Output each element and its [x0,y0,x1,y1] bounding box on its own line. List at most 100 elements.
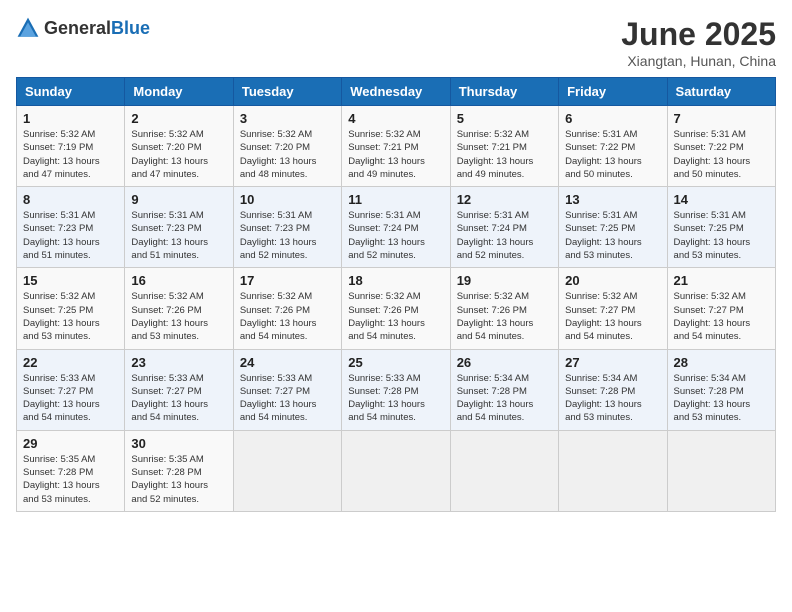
day-info: Sunrise: 5:32 AMSunset: 7:20 PMDaylight:… [131,128,226,181]
day-number: 18 [348,273,443,288]
calendar-header-sunday: Sunday [17,78,125,106]
day-number: 6 [565,111,660,126]
logo-icon [16,16,40,40]
calendar-cell: 5 Sunrise: 5:32 AMSunset: 7:21 PMDaylight… [450,106,558,187]
day-info: Sunrise: 5:35 AMSunset: 7:28 PMDaylight:… [131,453,226,506]
day-number: 9 [131,192,226,207]
day-info: Sunrise: 5:31 AMSunset: 7:24 PMDaylight:… [348,209,443,262]
day-info: Sunrise: 5:31 AMSunset: 7:23 PMDaylight:… [240,209,335,262]
day-info: Sunrise: 5:32 AMSunset: 7:25 PMDaylight:… [23,290,118,343]
calendar-cell: 29Sunrise: 5:35 AMSunset: 7:28 PMDayligh… [17,430,125,511]
calendar-cell: 11 Sunrise: 5:31 AMSunset: 7:24 PMDayligh… [342,187,450,268]
day-info: Sunrise: 5:34 AMSunset: 7:28 PMDaylight:… [565,372,660,425]
calendar-cell: 30 Sunrise: 5:35 AMSunset: 7:28 PMDayligh… [125,430,233,511]
calendar-cell: 8Sunrise: 5:31 AMSunset: 7:23 PMDaylight… [17,187,125,268]
calendar-cell: 26 Sunrise: 5:34 AMSunset: 7:28 PMDayligh… [450,349,558,430]
day-number: 11 [348,192,443,207]
calendar-week-row: 8 Sunrise: 5:31 AMSunset: 7:23 PMDaylight… [17,187,776,268]
calendar-header-thursday: Thursday [450,78,558,106]
calendar-cell: 27 Sunrise: 5:34 AMSunset: 7:28 PMDayligh… [559,349,667,430]
calendar-cell: 17 Sunrise: 5:32 AMSunset: 7:26 PMDayligh… [233,268,341,349]
day-number: 13 [565,192,660,207]
page-subtitle: Xiangtan, Hunan, China [621,53,776,69]
day-info: Sunrise: 5:32 AMSunset: 7:21 PMDaylight:… [348,128,443,181]
day-number: 27 [565,355,660,370]
calendar-header-tuesday: Tuesday [233,78,341,106]
day-info: Sunrise: 5:32 AMSunset: 7:21 PMDaylight:… [457,128,552,181]
day-number: 19 [457,273,552,288]
day-number: 10 [240,192,335,207]
day-info: Sunrise: 5:34 AMSunset: 7:28 PMDaylight:… [674,372,769,425]
calendar-header-monday: Monday [125,78,233,106]
calendar-cell: 10 Sunrise: 5:31 AMSunset: 7:23 PMDayligh… [233,187,341,268]
day-info: Sunrise: 5:32 AMSunset: 7:26 PMDaylight:… [240,290,335,343]
day-number: 22 [23,355,118,370]
day-number: 15 [23,273,118,288]
day-number: 2 [131,111,226,126]
calendar-cell [559,430,667,511]
calendar-cell: 22Sunrise: 5:33 AMSunset: 7:27 PMDayligh… [17,349,125,430]
day-number: 28 [674,355,769,370]
calendar-table: SundayMondayTuesdayWednesdayThursdayFrid… [16,77,776,512]
title-area: June 2025 Xiangtan, Hunan, China [621,16,776,69]
calendar-cell: 25 Sunrise: 5:33 AMSunset: 7:28 PMDayligh… [342,349,450,430]
day-number: 1 [23,111,118,126]
calendar-cell: 13 Sunrise: 5:31 AMSunset: 7:25 PMDayligh… [559,187,667,268]
calendar-cell: 14 Sunrise: 5:31 AMSunset: 7:25 PMDayligh… [667,187,775,268]
day-number: 23 [131,355,226,370]
day-number: 5 [457,111,552,126]
day-info: Sunrise: 5:33 AMSunset: 7:27 PMDaylight:… [240,372,335,425]
day-number: 20 [565,273,660,288]
day-number: 21 [674,273,769,288]
day-info: Sunrise: 5:35 AMSunset: 7:28 PMDaylight:… [23,453,118,506]
day-number: 25 [348,355,443,370]
calendar-cell: 15 Sunrise: 5:32 AMSunset: 7:25 PMDayligh… [17,268,125,349]
calendar-cell: 21 Sunrise: 5:32 AMSunset: 7:27 PMDayligh… [667,268,775,349]
day-number: 8 [23,192,118,207]
day-info: Sunrise: 5:34 AMSunset: 7:28 PMDaylight:… [457,372,552,425]
calendar-cell: 2 Sunrise: 5:32 AMSunset: 7:20 PMDaylight… [125,106,233,187]
calendar-week-row: 1Sunrise: 5:32 AMSunset: 7:19 PMDaylight… [17,106,776,187]
calendar-cell [667,430,775,511]
calendar-week-row: 15 Sunrise: 5:32 AMSunset: 7:25 PMDayligh… [17,268,776,349]
calendar-cell: 1Sunrise: 5:32 AMSunset: 7:19 PMDaylight… [17,106,125,187]
calendar-cell: 20 Sunrise: 5:32 AMSunset: 7:27 PMDayligh… [559,268,667,349]
calendar-cell: 12 Sunrise: 5:31 AMSunset: 7:24 PMDayligh… [450,187,558,268]
calendar-cell: 9 Sunrise: 5:31 AMSunset: 7:23 PMDaylight… [125,187,233,268]
day-number: 4 [348,111,443,126]
day-number: 17 [240,273,335,288]
day-info: Sunrise: 5:32 AMSunset: 7:26 PMDaylight:… [131,290,226,343]
calendar-week-row: 29Sunrise: 5:35 AMSunset: 7:28 PMDayligh… [17,430,776,511]
day-info: Sunrise: 5:31 AMSunset: 7:22 PMDaylight:… [565,128,660,181]
day-number: 14 [674,192,769,207]
day-number: 12 [457,192,552,207]
calendar-cell [450,430,558,511]
day-info: Sunrise: 5:31 AMSunset: 7:23 PMDaylight:… [131,209,226,262]
calendar-header-wednesday: Wednesday [342,78,450,106]
day-info: Sunrise: 5:32 AMSunset: 7:27 PMDaylight:… [565,290,660,343]
calendar-cell [233,430,341,511]
day-number: 30 [131,436,226,451]
calendar-header-friday: Friday [559,78,667,106]
calendar-cell: 16Sunrise: 5:32 AMSunset: 7:26 PMDayligh… [125,268,233,349]
day-number: 7 [674,111,769,126]
day-info: Sunrise: 5:31 AMSunset: 7:25 PMDaylight:… [565,209,660,262]
calendar-cell: 28 Sunrise: 5:34 AMSunset: 7:28 PMDayligh… [667,349,775,430]
calendar-header-row: SundayMondayTuesdayWednesdayThursdayFrid… [17,78,776,106]
day-info: Sunrise: 5:32 AMSunset: 7:27 PMDaylight:… [674,290,769,343]
day-info: Sunrise: 5:33 AMSunset: 7:28 PMDaylight:… [348,372,443,425]
day-info: Sunrise: 5:33 AMSunset: 7:27 PMDaylight:… [131,372,226,425]
day-info: Sunrise: 5:32 AMSunset: 7:26 PMDaylight:… [457,290,552,343]
calendar-cell: 6 Sunrise: 5:31 AMSunset: 7:22 PMDaylight… [559,106,667,187]
day-number: 26 [457,355,552,370]
header: GeneralBlue June 2025 Xiangtan, Hunan, C… [16,16,776,69]
calendar-cell: 7 Sunrise: 5:31 AMSunset: 7:22 PMDaylight… [667,106,775,187]
day-info: Sunrise: 5:31 AMSunset: 7:25 PMDaylight:… [674,209,769,262]
day-info: Sunrise: 5:32 AMSunset: 7:20 PMDaylight:… [240,128,335,181]
calendar-cell: 3Sunrise: 5:32 AMSunset: 7:20 PMDaylight… [233,106,341,187]
calendar-header-saturday: Saturday [667,78,775,106]
day-info: Sunrise: 5:31 AMSunset: 7:24 PMDaylight:… [457,209,552,262]
day-info: Sunrise: 5:31 AMSunset: 7:22 PMDaylight:… [674,128,769,181]
calendar-cell: 23 Sunrise: 5:33 AMSunset: 7:27 PMDayligh… [125,349,233,430]
calendar-cell: 4 Sunrise: 5:32 AMSunset: 7:21 PMDaylight… [342,106,450,187]
